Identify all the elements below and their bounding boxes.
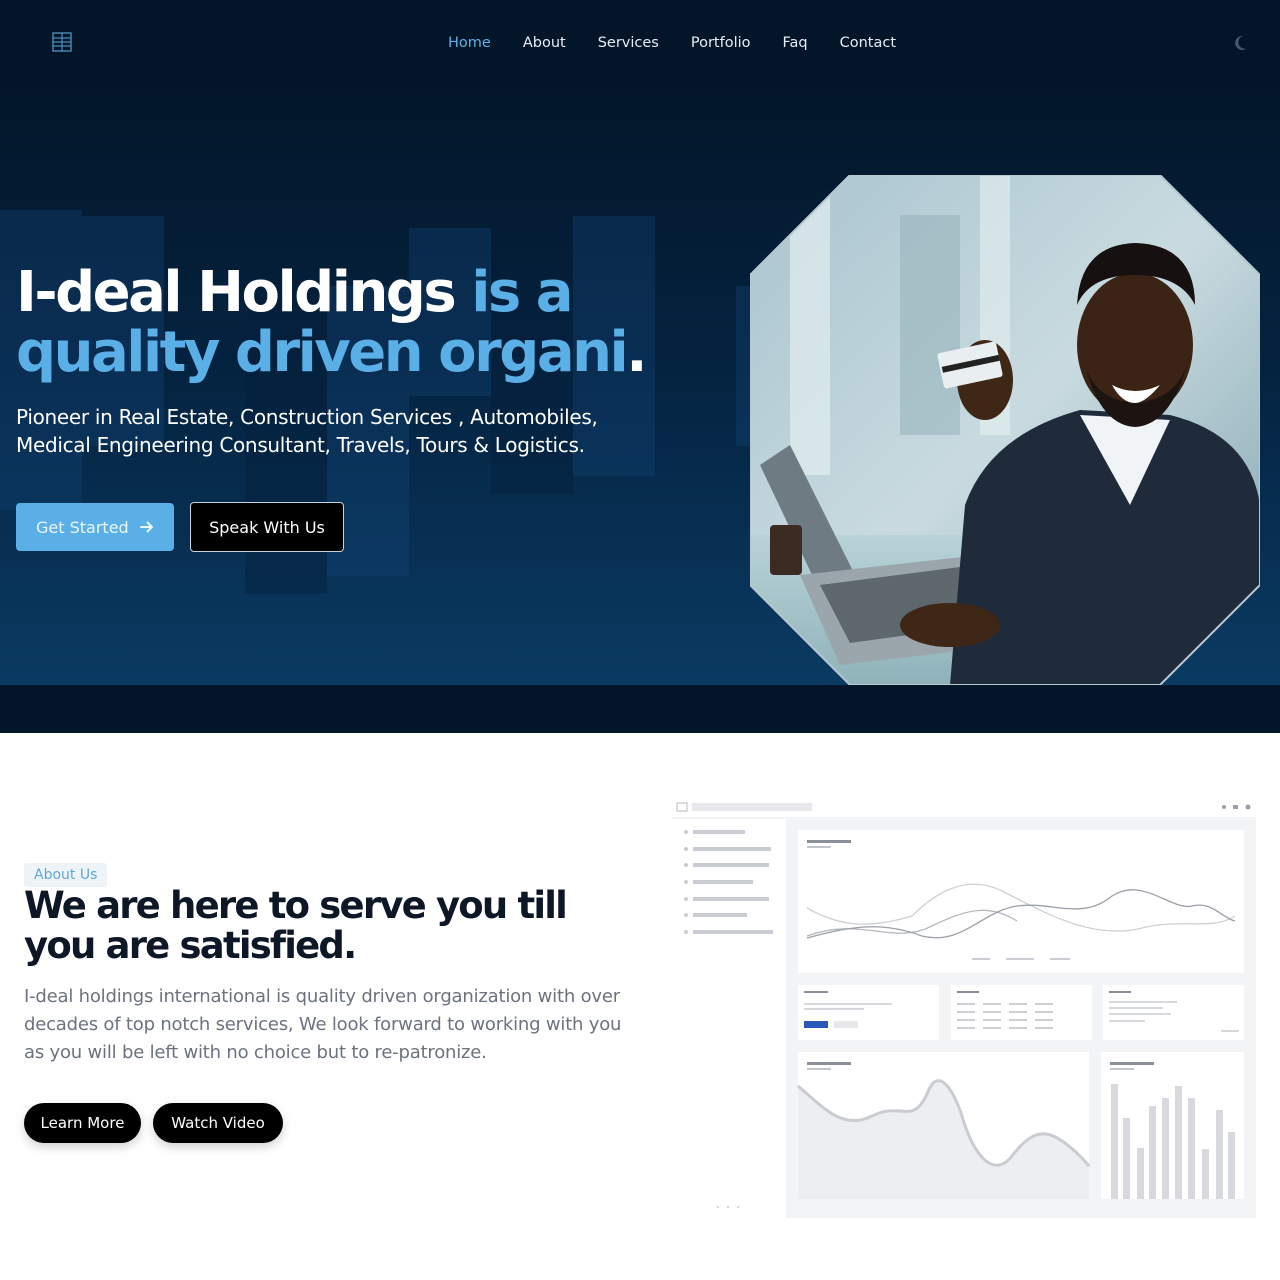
building-logo-icon[interactable] <box>50 30 74 54</box>
top-navbar: Home About Services Portfolio Faq Contac… <box>0 0 1280 86</box>
main-menu: Home About Services Portfolio Faq Contac… <box>448 34 928 52</box>
headline-white: I-deal Holdings <box>16 260 472 325</box>
nav-link-about[interactable]: About <box>523 34 566 52</box>
get-started-button[interactable]: Get Started <box>16 503 174 551</box>
hero-headline: I-deal Holdings is a quality driven orga… <box>16 263 716 383</box>
headline-period: . <box>626 320 647 385</box>
headline-blue-1: is a <box>471 260 573 325</box>
speak-with-us-button[interactable]: Speak With Us <box>190 502 344 552</box>
hero-person-photo <box>750 175 1260 685</box>
nav-link-services[interactable]: Services <box>598 34 659 52</box>
arrow-right-icon <box>139 521 153 533</box>
learn-more-button[interactable]: Learn More <box>24 1103 141 1143</box>
hero-bottom-band <box>0 685 1280 733</box>
about-description: I-deal holdings international is quality… <box>24 986 622 1063</box>
about-title: We are here to serve you till you are sa… <box>24 884 568 967</box>
moon-icon[interactable] <box>1234 34 1252 52</box>
dashboard-preview-image <box>672 796 1256 1220</box>
nav-link-contact[interactable]: Contact <box>840 34 896 52</box>
nav-link-faq[interactable]: Faq <box>783 34 808 52</box>
hero-section: I-deal Holdings is a quality driven orga… <box>0 86 1280 685</box>
watch-video-button[interactable]: Watch Video <box>153 1103 283 1143</box>
hero-subtitle: Pioneer in Real Estate, Construction Ser… <box>16 405 598 457</box>
nav-link-home[interactable]: Home <box>448 34 491 52</box>
get-started-label: Get Started <box>36 517 129 537</box>
headline-blue-2: quality driven organi <box>16 320 629 385</box>
nav-link-portfolio[interactable]: Portfolio <box>691 34 751 52</box>
